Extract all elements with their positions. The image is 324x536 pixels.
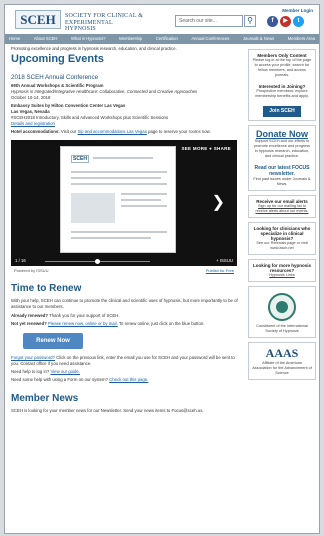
facebook-icon[interactable]: f bbox=[267, 16, 278, 27]
hotel-label: Hotel accommodations: bbox=[11, 129, 60, 134]
main-nav: Home About SCEH What is Hypnosis? Member… bbox=[5, 34, 319, 44]
hotel-link[interactable]: trip and accommodations Las Vegas bbox=[78, 129, 147, 134]
viewer-controls: 1 / 16 + ISSUU bbox=[11, 257, 237, 266]
member-login-link[interactable]: Member Login bbox=[282, 8, 313, 13]
search-input[interactable]: Search our site... bbox=[175, 15, 243, 27]
nav-journals-news[interactable]: Journals & News bbox=[243, 34, 274, 44]
main-content: Upcoming Events 2018 SCEH Annual Confere… bbox=[11, 51, 241, 414]
logo-subtitle: SOCIETY FOR CLINICAL & EXPERIMENTAL HYPN… bbox=[65, 13, 144, 32]
already-renewed: Already renewed? Thank you for your supp… bbox=[11, 313, 120, 318]
sidebar: Members Only Content Please log in at th… bbox=[248, 49, 316, 384]
events-heading: Upcoming Events bbox=[11, 53, 104, 65]
nav-home[interactable]: Home bbox=[9, 34, 20, 44]
hotel-line: Hotel accommodations: Visit our trip and… bbox=[11, 129, 241, 135]
renew-intro: With your help, SCEH can continue to pro… bbox=[11, 298, 238, 309]
chevron-right-icon[interactable]: ❯ bbox=[212, 192, 225, 212]
page: SCEH SOCIETY FOR CLINICAL & EXPERIMENTAL… bbox=[4, 4, 320, 534]
form-help-link[interactable]: Check out this page. bbox=[109, 377, 148, 382]
form-help: Need some help with using a Form on our … bbox=[11, 377, 149, 382]
forgot-password: Forgot your password? Click on the previ… bbox=[11, 355, 235, 366]
nav-about[interactable]: About SCEH bbox=[34, 34, 58, 44]
issuu-viewer[interactable]: SCEH SEE MORE ● SHARE ❯ 1 / 16 + ISSUU P… bbox=[11, 140, 237, 276]
not-renewed: Not yet renewed? Please renew now, onlin… bbox=[11, 321, 205, 326]
focus-link[interactable]: Read our latest FOCUS newsletter. bbox=[252, 165, 312, 177]
document-preview[interactable]: SCEH bbox=[60, 146, 176, 253]
nav-membership[interactable]: Membership bbox=[119, 34, 142, 44]
nav-certification[interactable]: Certification bbox=[156, 34, 178, 44]
renew-heading: Time to Renew bbox=[11, 283, 82, 294]
sceh-logo[interactable]: SCEH bbox=[15, 10, 61, 29]
doc-logo: SCEH bbox=[71, 155, 89, 163]
search-icon[interactable]: ⚲ bbox=[244, 15, 256, 27]
nav-members-area[interactable]: Members Area bbox=[288, 34, 315, 44]
aaas-logo[interactable]: AAAS bbox=[252, 346, 312, 361]
conference-dates: October 10-14, 2018 bbox=[11, 95, 51, 100]
join-sceh-button[interactable]: Join SCEH bbox=[263, 106, 301, 117]
hotel-text: Visit our bbox=[60, 129, 77, 134]
renew-online-link[interactable]: Please renew now, online or by mail. bbox=[48, 321, 118, 326]
hotel-tail: page to reserve your rooms now. bbox=[148, 129, 211, 134]
site-header: SCEH SOCIETY FOR CLINICAL & EXPERIMENTAL… bbox=[5, 5, 319, 33]
publish-free-link[interactable]: Publish for Free bbox=[206, 266, 234, 276]
mailing-list-link[interactable]: Sign up for our mailing list to receive … bbox=[252, 204, 312, 214]
see-more-share[interactable]: SEE MORE ● SHARE bbox=[181, 146, 231, 151]
resources-box: Looking for more hypnosis resources? Hyp… bbox=[248, 259, 316, 282]
forgot-password-link[interactable]: Forgot your password? bbox=[11, 355, 55, 360]
member-news-heading: Member News bbox=[11, 393, 79, 404]
hypnosis-links[interactable]: Hypnosis Links bbox=[252, 273, 312, 278]
powered-by[interactable]: Powered by ISSUU bbox=[14, 268, 48, 273]
ish-globe-logo[interactable] bbox=[268, 293, 296, 321]
nav-what-is-hypnosis[interactable]: What is Hypnosis? bbox=[71, 34, 106, 44]
donate-link[interactable]: Donate Now bbox=[252, 129, 312, 139]
powered-by-bar: Powered by ISSUU Publish for Free bbox=[11, 266, 237, 276]
conference-title: 2018 SCEH Annual Conference bbox=[11, 74, 99, 81]
login-help: Need help to log in? View our guide. bbox=[11, 369, 80, 374]
email-box: Receive our email alerts Sign up for our… bbox=[248, 195, 316, 218]
viewer-buttons[interactable]: + ISSUU bbox=[216, 258, 233, 263]
member-news-text: SCEH is looking for your member news for… bbox=[11, 408, 204, 413]
page-counter: 1 / 16 bbox=[15, 258, 26, 263]
twitter-icon[interactable]: t bbox=[293, 16, 304, 27]
clinicians-box: Looking for clinicians who specialize in… bbox=[248, 222, 316, 255]
donate-box: Donate Now Support SCEH and our efforts … bbox=[248, 125, 316, 191]
nav-annual-conferences[interactable]: Annual Conferences bbox=[191, 34, 229, 44]
renew-now-button[interactable]: Renew Now bbox=[23, 333, 83, 349]
youtube-icon[interactable]: ▶ bbox=[280, 16, 291, 27]
ish-box: Constituent of the International Society… bbox=[248, 286, 316, 338]
members-box: Members Only Content Please log in at th… bbox=[248, 49, 316, 121]
details-link[interactable]: Details and registration bbox=[11, 121, 241, 127]
page-slider[interactable] bbox=[45, 259, 150, 264]
aaas-box: AAAS Affiliate of the American Associati… bbox=[248, 342, 316, 380]
guide-link[interactable]: View our guide. bbox=[50, 369, 80, 374]
